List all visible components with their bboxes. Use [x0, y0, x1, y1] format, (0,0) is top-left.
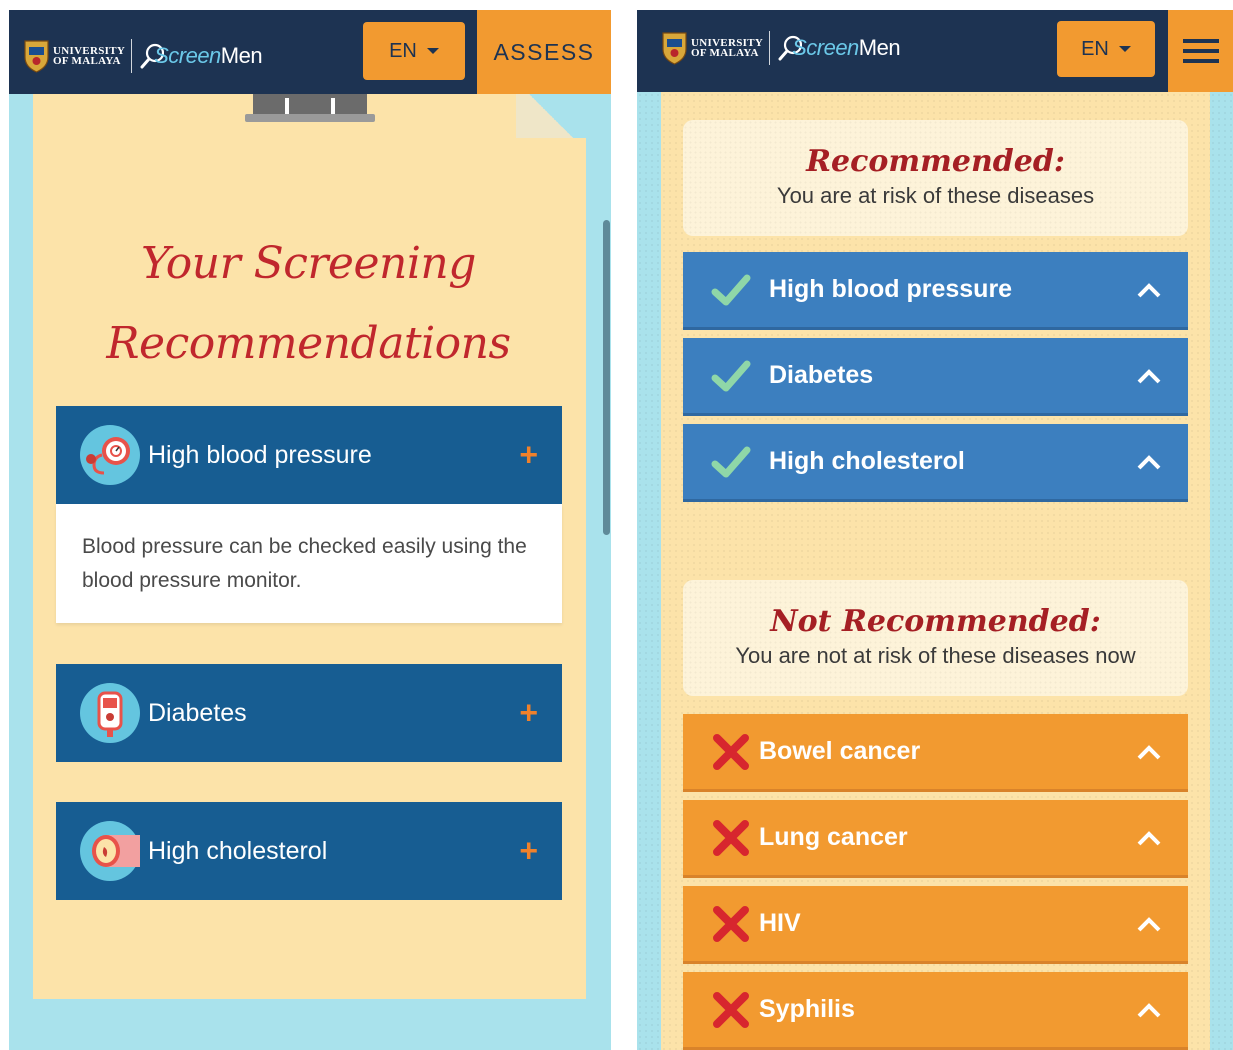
accordion-panel-high-blood-pressure: Blood pressure can be checked easily usi… [56, 504, 562, 623]
hamburger-menu-button[interactable] [1168, 10, 1233, 92]
recommended-header-card: Recommended: You are at risk of these di… [683, 120, 1188, 236]
recommended-title: Recommended: [806, 144, 1065, 179]
cross-icon [709, 816, 753, 860]
recommended-item-label: High blood pressure [769, 275, 1013, 303]
not-recommended-item-label: Lung cancer [759, 823, 908, 851]
plus-icon[interactable]: + [519, 833, 538, 870]
brand-logo[interactable]: UNIVERSITY OF MALAYA Screen Men [661, 28, 901, 68]
recommended-item-diabetes[interactable]: Diabetes [683, 338, 1188, 416]
not-recommended-subtitle: You are not at risk of these diseases no… [735, 643, 1136, 668]
not-recommended-item-label: Bowel cancer [759, 737, 921, 765]
accordion-high-blood-pressure[interactable]: High blood pressure + [56, 406, 562, 504]
language-label: EN [389, 39, 417, 62]
glucose-meter-icon [80, 683, 140, 743]
checkmark-icon [709, 440, 753, 484]
not-recommended-item-label: Syphilis [759, 995, 855, 1023]
screenmen-logo: Screen Men [778, 34, 901, 62]
university-name-line2: OF MALAYA [53, 55, 121, 67]
navbar: UNIVERSITY OF MALAYA Screen Men EN ASSESS [9, 10, 611, 94]
chevron-down-icon [1118, 46, 1131, 52]
recommended-item-label: High cholesterol [769, 447, 965, 475]
plus-icon[interactable]: + [519, 695, 538, 732]
language-selector[interactable]: EN [1057, 21, 1155, 77]
cross-icon [709, 730, 753, 774]
chevron-up-icon [1137, 454, 1161, 469]
university-crest-icon [661, 31, 688, 65]
chevron-up-icon [1137, 282, 1161, 297]
accordion-diabetes[interactable]: Diabetes + [56, 664, 562, 762]
recommended-item-high-blood-pressure[interactable]: High blood pressure [683, 252, 1188, 330]
chevron-up-icon [1137, 916, 1161, 931]
cross-icon [709, 902, 753, 946]
university-crest-icon [23, 39, 50, 73]
checkmark-icon [709, 268, 753, 312]
clipboard-clip [245, 94, 375, 124]
chevron-up-icon [1137, 368, 1161, 383]
university-name: UNIVERSITY OF MALAYA [53, 46, 125, 67]
app-name-screen: Screen [792, 35, 859, 60]
language-label: EN [1081, 37, 1109, 60]
menu-icon-bar [1182, 59, 1219, 63]
brand-divider [769, 31, 771, 65]
language-selector[interactable]: EN [363, 22, 465, 80]
recommended-item-high-cholesterol[interactable]: High cholesterol [683, 424, 1188, 502]
navbar: UNIVERSITY OF MALAYA Screen Men EN [637, 10, 1233, 92]
plus-icon[interactable]: + [519, 437, 538, 474]
brand-logo[interactable]: UNIVERSITY OF MALAYA Screen Men [23, 36, 263, 76]
accordion-label: High cholesterol [148, 836, 328, 865]
page-title-line1: Your Screening [141, 238, 476, 289]
not-recommended-item-syphilis[interactable]: Syphilis [683, 972, 1188, 1050]
checkmark-icon [709, 354, 753, 398]
accordion-label: High blood pressure [148, 440, 372, 469]
chevron-up-icon [1137, 1002, 1161, 1017]
page-margin-right [1210, 92, 1233, 1050]
not-recommended-item-label: HIV [759, 909, 801, 937]
recommended-subtitle: You are at risk of these diseases [776, 183, 1095, 208]
chevron-up-icon [1137, 830, 1161, 845]
accordion-label: Diabetes [148, 698, 247, 727]
left-screen: UNIVERSITY OF MALAYA Screen Men EN ASSESS… [9, 10, 611, 1050]
cross-icon [709, 988, 753, 1032]
page-title-line2: Recommendations [106, 318, 511, 369]
university-name: UNIVERSITY OF MALAYA [691, 38, 763, 59]
not-recommended-item-hiv[interactable]: HIV [683, 886, 1188, 964]
not-recommended-item-bowel-cancer[interactable]: Bowel cancer [683, 714, 1188, 792]
recommended-item-label: Diabetes [769, 361, 874, 389]
artery-cholesterol-icon [80, 821, 140, 881]
app-name-screen: Screen [154, 43, 221, 68]
paper-fold [516, 94, 586, 138]
chevron-down-icon [426, 48, 439, 54]
assess-button[interactable]: ASSESS [477, 10, 611, 94]
university-name-line2: OF MALAYA [691, 47, 759, 59]
not-recommended-header-card: Not Recommended: You are not at risk of … [683, 580, 1188, 696]
app-name-men: Men [220, 43, 263, 68]
brand-divider [131, 39, 133, 73]
chevron-up-icon [1137, 744, 1161, 759]
scrollbar[interactable] [603, 220, 610, 535]
menu-icon-bar [1182, 39, 1219, 43]
accordion-high-cholesterol[interactable]: High cholesterol + [56, 802, 562, 900]
blood-pressure-monitor-icon [80, 425, 140, 485]
screenmen-logo: Screen Men [140, 42, 263, 70]
page-margin-left [637, 92, 661, 1050]
menu-icon-bar [1182, 49, 1219, 53]
not-recommended-title: Not Recommended: [770, 604, 1101, 639]
right-screen: UNIVERSITY OF MALAYA Screen Men EN Recomm… [637, 10, 1233, 1050]
app-name-men: Men [858, 35, 901, 60]
not-recommended-item-lung-cancer[interactable]: Lung cancer [683, 800, 1188, 878]
